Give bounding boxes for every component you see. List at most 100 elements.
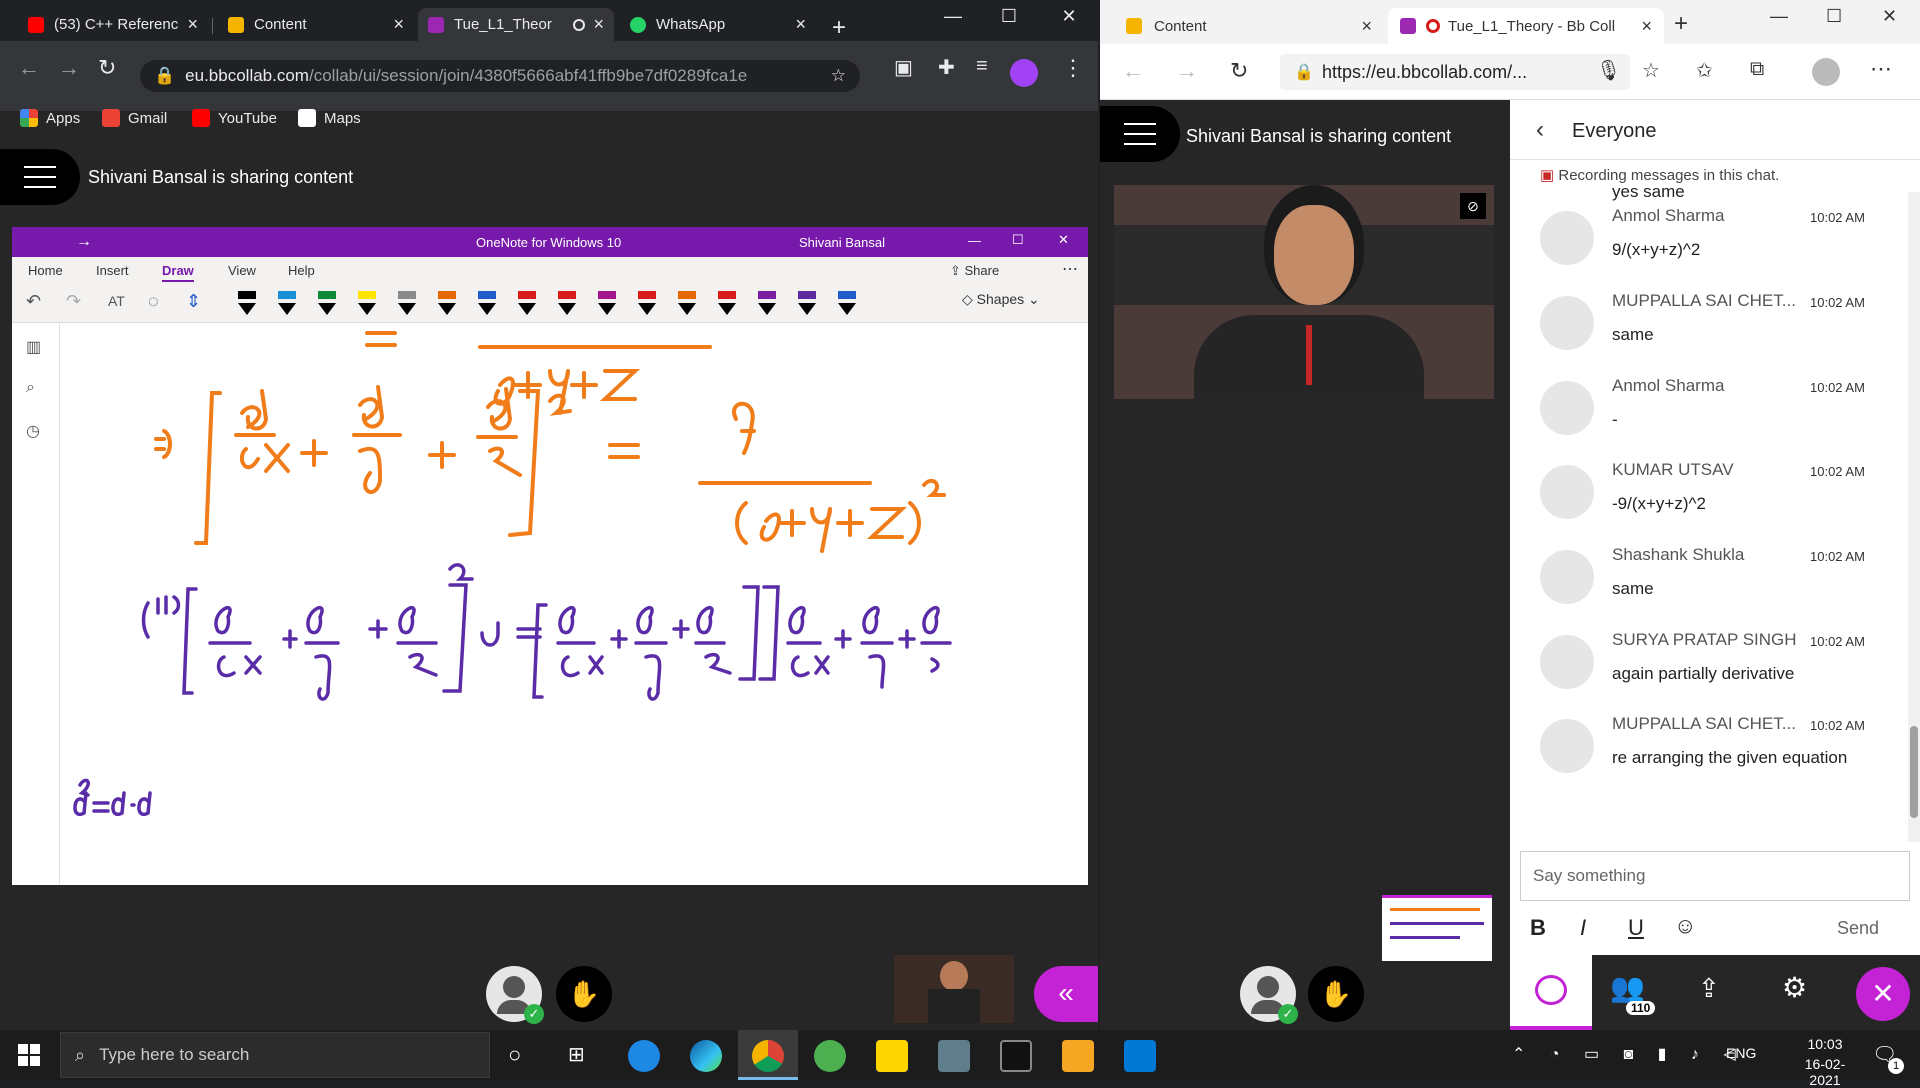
share-button[interactable]: ⇪ Share bbox=[950, 263, 999, 279]
tab-youtube[interactable]: (53) C++ Referenc × bbox=[18, 8, 208, 41]
share-content-icon[interactable]: ⇪ bbox=[1698, 973, 1720, 1004]
minimize-icon[interactable]: — bbox=[1770, 6, 1788, 27]
chevron-left-icon[interactable]: ‹ bbox=[1536, 116, 1544, 144]
pen-tool[interactable] bbox=[758, 289, 776, 317]
mic-icon[interactable]: 🎙 bbox=[1596, 58, 1621, 83]
close-icon[interactable]: × bbox=[593, 14, 604, 35]
tab-content[interactable]: Content × bbox=[218, 8, 414, 41]
presenter-thumbnail[interactable] bbox=[894, 955, 1014, 1023]
minimize-icon[interactable]: — bbox=[930, 6, 976, 27]
add-favorite-icon[interactable]: ☆ bbox=[1642, 58, 1660, 83]
close-window-icon[interactable]: ✕ bbox=[1046, 6, 1092, 27]
bookmark-maps[interactable]: Maps bbox=[298, 106, 361, 130]
send-app-icon[interactable] bbox=[814, 1040, 846, 1072]
tab-home[interactable]: Home bbox=[28, 263, 63, 278]
collections-icon[interactable]: ⧉ bbox=[1750, 58, 1764, 81]
edge-icon[interactable] bbox=[690, 1040, 722, 1072]
close-icon[interactable]: × bbox=[393, 14, 404, 35]
forward-icon[interactable]: → bbox=[58, 55, 80, 81]
recent-icon[interactable]: ◷ bbox=[26, 421, 40, 441]
emoji-icon[interactable]: ☺ bbox=[1674, 913, 1696, 939]
edge-address-bar[interactable]: 🔒 https://eu.bbcollab.com/... bbox=[1280, 54, 1630, 90]
pen-tool[interactable] bbox=[278, 289, 296, 317]
taskbar-search[interactable]: ⌕ Type here to search bbox=[60, 1032, 490, 1078]
back-arrow-icon[interactable]: → bbox=[76, 233, 92, 251]
pen-tool[interactable] bbox=[478, 289, 496, 317]
pen-tool[interactable] bbox=[318, 289, 336, 317]
reload-icon[interactable]: ↻ bbox=[98, 55, 116, 81]
close-window-icon[interactable]: ✕ bbox=[1882, 6, 1897, 27]
task-view-icon[interactable]: ⊞ bbox=[568, 1042, 585, 1067]
pen-tool[interactable] bbox=[798, 289, 816, 317]
edge-tab-collab[interactable]: Tue_L1_Theory - Bb Coll × bbox=[1388, 8, 1664, 44]
close-icon[interactable]: × bbox=[1641, 16, 1652, 37]
tab-whatsapp[interactable]: WhatsApp × bbox=[620, 8, 816, 41]
open-panel-button[interactable]: « bbox=[1034, 966, 1098, 1022]
profile-avatar[interactable] bbox=[1010, 59, 1038, 87]
search-icon[interactable]: ⌕ bbox=[26, 379, 35, 397]
shapes-button[interactable]: ◇ Shapes ⌄ bbox=[962, 291, 1040, 308]
bookmark-youtube[interactable]: YouTube bbox=[192, 106, 277, 130]
session-menu-button[interactable] bbox=[1100, 106, 1180, 162]
cast-icon[interactable]: ▣ bbox=[894, 55, 913, 80]
chat-scrollbar[interactable] bbox=[1908, 192, 1920, 842]
close-icon[interactable]: × bbox=[1361, 16, 1372, 37]
my-status-button[interactable]: ✓ bbox=[486, 966, 544, 1024]
more-icon[interactable]: ⋯ bbox=[1062, 259, 1078, 279]
pen-tool[interactable] bbox=[558, 289, 576, 317]
sticky-notes-icon[interactable] bbox=[876, 1040, 908, 1072]
close-icon[interactable]: × bbox=[187, 14, 198, 35]
raise-hand-button[interactable]: ✋ bbox=[1308, 966, 1364, 1022]
chrome-taskbar-item[interactable] bbox=[738, 1030, 798, 1080]
tab-help[interactable]: Help bbox=[288, 263, 315, 278]
pen-tool[interactable] bbox=[678, 289, 696, 317]
dev-tool-icon[interactable] bbox=[1062, 1040, 1094, 1072]
star-icon[interactable]: ☆ bbox=[831, 66, 846, 86]
pen-tool[interactable] bbox=[358, 289, 376, 317]
tab-insert[interactable]: Insert bbox=[96, 263, 129, 278]
notebooks-icon[interactable]: ▥ bbox=[26, 337, 41, 357]
pen-tool[interactable] bbox=[238, 289, 256, 317]
bookmark-gmail[interactable]: Gmail bbox=[102, 106, 167, 130]
pen-tool[interactable] bbox=[398, 289, 416, 317]
pen-tool[interactable] bbox=[438, 289, 456, 317]
pen-tool[interactable] bbox=[518, 289, 536, 317]
tab-collab-active[interactable]: Tue_L1_Theor × bbox=[418, 8, 614, 41]
minimize-icon[interactable]: — bbox=[968, 233, 981, 248]
new-tab-button[interactable]: + bbox=[832, 14, 846, 42]
shared-content-thumbnail[interactable] bbox=[1382, 895, 1492, 961]
vscode-icon[interactable] bbox=[1124, 1040, 1156, 1072]
safari-icon[interactable] bbox=[628, 1040, 660, 1072]
lasso-icon[interactable]: ◌ bbox=[148, 291, 159, 312]
edge-tab-content[interactable]: Content × bbox=[1114, 8, 1384, 44]
redo-icon[interactable]: ↷ bbox=[66, 291, 81, 312]
underline-button[interactable]: U bbox=[1628, 915, 1644, 941]
windows-start-icon[interactable] bbox=[18, 1044, 40, 1066]
italic-button[interactable]: I bbox=[1580, 915, 1586, 941]
send-button[interactable]: Send bbox=[1837, 918, 1879, 939]
undo-icon[interactable]: ↶ bbox=[26, 291, 41, 312]
bookmark-apps[interactable]: Apps bbox=[20, 106, 80, 130]
my-status-button[interactable]: ✓ bbox=[1240, 966, 1298, 1024]
remote-desktop-icon[interactable] bbox=[938, 1040, 970, 1072]
menu-icon[interactable]: ⋮ bbox=[1062, 55, 1084, 81]
pen-tool[interactable] bbox=[718, 289, 736, 317]
chat-tab[interactable] bbox=[1510, 955, 1592, 1030]
language-indicator[interactable]: ENG bbox=[1726, 1045, 1756, 1061]
close-icon[interactable]: × bbox=[795, 14, 806, 35]
maximize-icon[interactable]: ☐ bbox=[1826, 6, 1842, 27]
raise-hand-button[interactable]: ✋ bbox=[556, 966, 612, 1022]
back-icon[interactable]: ← bbox=[1122, 58, 1144, 84]
cortana-icon[interactable]: ○ bbox=[508, 1042, 521, 1068]
tab-view[interactable]: View bbox=[228, 263, 256, 278]
forward-icon[interactable]: → bbox=[1176, 58, 1198, 84]
pen-tool[interactable] bbox=[638, 289, 656, 317]
close-panel-button[interactable]: ✕ bbox=[1856, 967, 1910, 1021]
address-bar[interactable]: 🔒 eu.bbcollab.com/collab/ui/session/join… bbox=[140, 60, 860, 92]
pen-tool[interactable] bbox=[598, 289, 616, 317]
menu-icon[interactable]: ⋯ bbox=[1870, 56, 1892, 82]
bold-button[interactable]: B bbox=[1530, 915, 1546, 941]
maximize-icon[interactable]: ☐ bbox=[1012, 232, 1024, 248]
participants-icon[interactable]: 👥 bbox=[1610, 971, 1645, 1004]
reload-icon[interactable]: ↻ bbox=[1230, 58, 1248, 84]
